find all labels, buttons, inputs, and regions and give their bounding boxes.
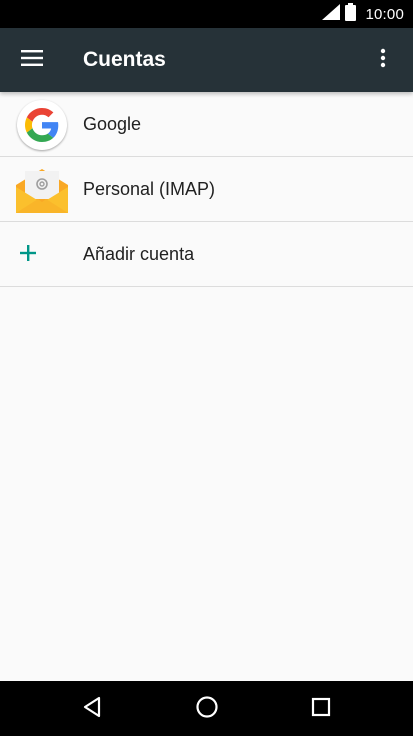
account-label: Google xyxy=(83,114,142,134)
plus-icon-wrap xyxy=(16,229,68,281)
hamburger-menu-icon xyxy=(21,49,43,71)
page-title: Cuentas xyxy=(83,48,166,71)
account-row-google[interactable]: Google xyxy=(0,92,413,157)
back-icon xyxy=(82,696,102,723)
recents-icon xyxy=(311,697,331,722)
home-button[interactable] xyxy=(184,686,230,732)
plus-icon xyxy=(20,244,36,266)
google-logo-icon xyxy=(17,100,67,150)
back-button[interactable] xyxy=(69,686,115,732)
account-label: Personal (IMAP) xyxy=(83,179,216,199)
overflow-menu-button[interactable] xyxy=(361,38,405,82)
account-row-personal-imap[interactable]: Personal (IMAP) xyxy=(0,157,413,222)
app-bar: Cuentas xyxy=(0,28,413,92)
menu-button[interactable] xyxy=(10,38,54,82)
account-list: Google Personal (IMAP) Añadir cuenta xyxy=(0,92,413,287)
status-time: 10:00 xyxy=(365,5,404,23)
navigation-bar xyxy=(0,681,413,736)
google-logo-wrap xyxy=(16,99,68,151)
email-envelope-icon xyxy=(16,164,68,216)
battery-icon xyxy=(345,2,357,26)
home-icon xyxy=(195,695,219,724)
recents-button[interactable] xyxy=(298,686,344,732)
more-vert-icon xyxy=(380,48,386,73)
status-icons: 10:00 xyxy=(322,0,404,28)
signal-icon xyxy=(322,3,341,25)
status-bar: 10:00 xyxy=(0,0,413,28)
add-account-label: Añadir cuenta xyxy=(83,244,195,264)
add-account-row[interactable]: Añadir cuenta xyxy=(0,222,413,287)
